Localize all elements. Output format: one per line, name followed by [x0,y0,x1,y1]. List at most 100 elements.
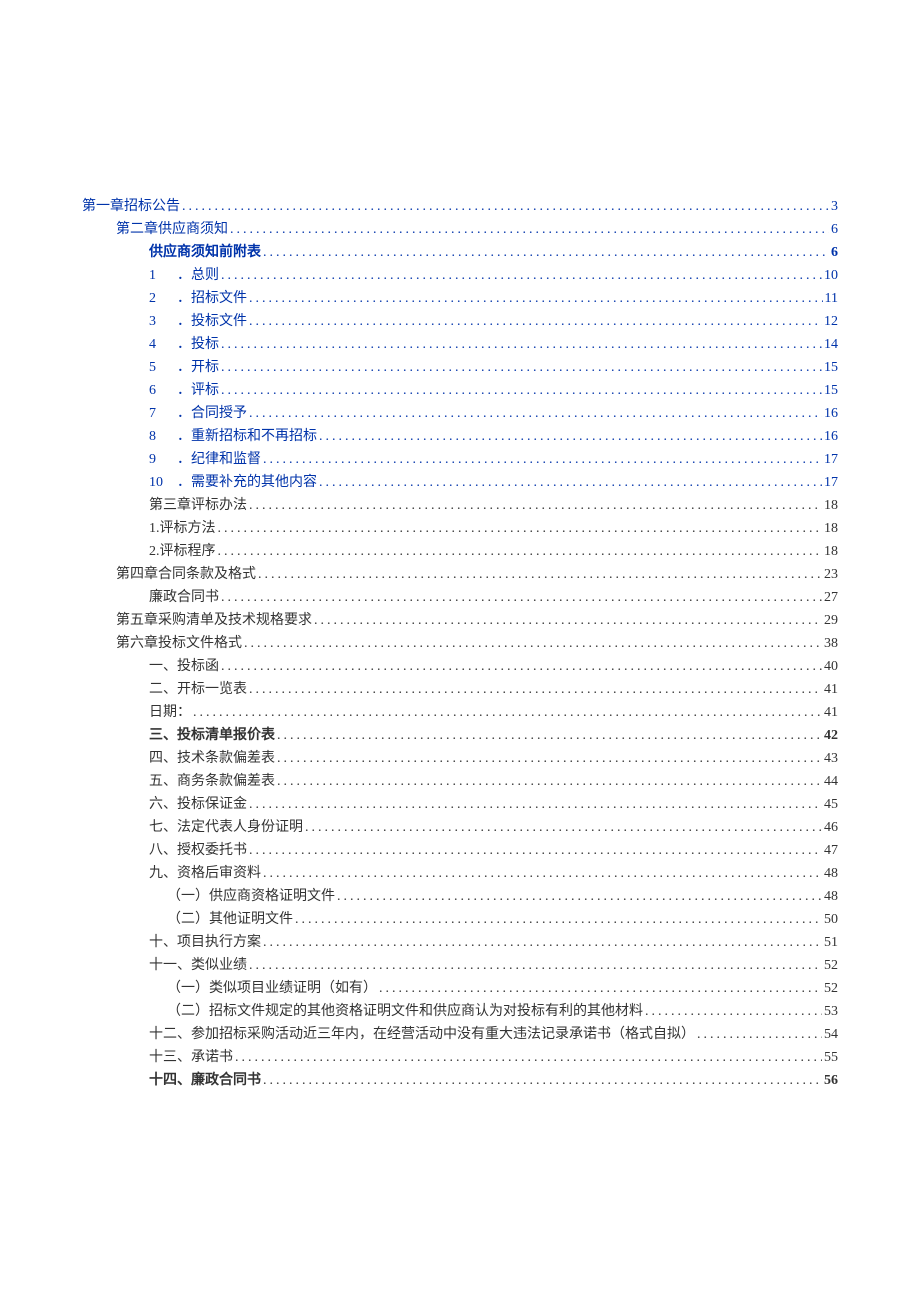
toc-entry: 第五章采购清单及技术规格要求29 [82,609,838,632]
toc-entry-label: 1.评标方法 [149,517,216,540]
toc-entry-label: 第二章供应商须知 [116,218,228,241]
toc-entry[interactable]: 第一章招标公告3 [82,195,838,218]
toc-entry-page: 48 [822,885,838,908]
toc-leader-dots [242,632,822,655]
toc-entry[interactable]: 3．投标文件12 [82,310,838,333]
toc-entry-page: 48 [822,862,838,885]
toc-entry-page: 11 [823,287,838,310]
toc-entry-label: 日期： [149,701,191,724]
toc-entry-page: 53 [822,1000,838,1023]
toc-entry-label: （一）类似项目业绩证明（如有） [167,977,377,1000]
toc-leader-dots [261,448,822,471]
toc-entry-label: 十、项目执行方案 [149,931,261,954]
toc-entry-label: 八、授权委托书 [149,839,247,862]
toc-entry-page: 52 [822,954,838,977]
toc-entry-label: ．需要补充的其他内容 [177,471,317,494]
toc-entry[interactable]: 10．需要补充的其他内容17 [82,471,838,494]
toc-entry: 八、授权委托书 47 [82,839,838,862]
toc-entry[interactable]: 供应商须知前附表6 [82,241,838,264]
toc-leader-dots [247,678,822,701]
toc-entry-page: 27 [822,586,838,609]
toc-entry: 三、投标清单报价表42 [82,724,838,747]
toc-entry[interactable]: 4．投标14 [82,333,838,356]
toc-leader-dots [317,425,822,448]
toc-entry: 1.评标方法 18 [82,517,838,540]
toc-leader-dots [303,816,822,839]
toc-entry: 六、投标保证金45 [82,793,838,816]
toc-entry: 十四、廉政合同书 56 [82,1069,838,1092]
toc-entry[interactable]: 6．评标15 [82,379,838,402]
toc-entry-page: 14 [822,333,838,356]
toc-entry-label: 十四、廉政合同书 [149,1069,261,1092]
toc-entry: 十二、参加招标采购活动近三年内，在经营活动中没有重大违法记录承诺书（格式自拟）5… [82,1023,838,1046]
toc-leader-dots [233,1046,822,1069]
toc-entry-page: 15 [822,356,838,379]
toc-leader-dots [247,402,822,425]
toc-leader-dots [219,586,822,609]
toc-entry[interactable]: 8．重新招标和不再招标16 [82,425,838,448]
toc-entry: 十、项目执行方案51 [82,931,838,954]
toc-leader-dots [228,218,829,241]
toc-entry-label: ．合同授予 [177,402,247,425]
toc-entry-label: 四、技术条款偏差表 [149,747,275,770]
toc-entry[interactable]: 1．总则10 [82,264,838,287]
toc-entry: 十一、类似业绩52 [82,954,838,977]
toc-entry-number: 3 [149,310,177,333]
toc-leader-dots [216,517,823,540]
toc-entry-page: 40 [822,655,838,678]
toc-entry-label: 一、投标函 [149,655,219,678]
toc-leader-dots [261,931,822,954]
toc-entry-page: 6 [829,218,838,241]
toc-entry: 第六章投标文件格式38 [82,632,838,655]
toc-entry-label: ．招标文件 [177,287,247,310]
toc-entry-page: 56 [822,1069,838,1092]
toc-entry-label: ．总则 [177,264,219,287]
toc-entry-label: 十三、承诺书 [149,1046,233,1069]
toc-leader-dots [247,954,822,977]
toc-leader-dots [219,655,822,678]
toc-entry-label: 十二、参加招标采购活动近三年内，在经营活动中没有重大违法记录承诺书（格式自拟） [149,1023,695,1046]
toc-entry-label: 五、商务条款偏差表 [149,770,275,793]
toc-entry-page: 44 [822,770,838,793]
toc-entry-page: 47 [822,839,838,862]
toc-leader-dots [312,609,822,632]
toc-entry[interactable]: 2．招标文件 11 [82,287,838,310]
toc-entry-label: （二）招标文件规定的其他资格证明文件和供应商认为对投标有利的其他材料 [167,1000,643,1023]
toc-entry[interactable]: 5．开标15 [82,356,838,379]
toc-leader-dots [247,310,822,333]
toc-entry-label: 第六章投标文件格式 [116,632,242,655]
toc-entry: （二）招标文件规定的其他资格证明文件和供应商认为对投标有利的其他材料 53 [82,1000,838,1023]
toc-entry-page: 52 [822,977,838,1000]
toc-entry-label: 2.评标程序 [149,540,216,563]
toc-entry-label: 六、投标保证金 [149,793,247,816]
toc-entry: （一）类似项目业绩证明（如有） 52 [82,977,838,1000]
toc-entry-page: 18 [822,517,838,540]
toc-entry: 第三章评标办法18 [82,494,838,517]
toc-entry: （二）其他证明文件50 [82,908,838,931]
toc-entry[interactable]: 7．合同授予16 [82,402,838,425]
toc-entry-page: 29 [822,609,838,632]
toc-entry-page: 41 [822,701,838,724]
toc-leader-dots [643,1000,822,1023]
toc-leader-dots [219,264,822,287]
toc-entry: 第四章合同条款及格式23 [82,563,838,586]
toc-entry-page: 41 [822,678,838,701]
toc-entry: 七、法定代表人身份证明46 [82,816,838,839]
toc-entry-number: 2 [149,287,177,310]
toc-entry[interactable]: 9．纪律和监督17 [82,448,838,471]
toc-leader-dots [247,287,823,310]
toc-entry-label: ．投标文件 [177,310,247,333]
toc-entry-number: 4 [149,333,177,356]
toc-entry-number: 5 [149,356,177,379]
toc-entry-number: 1 [149,264,177,287]
toc-entry-label: （二）其他证明文件 [167,908,293,931]
toc-entry[interactable]: 第二章供应商须知 6 [82,218,838,241]
toc-entry-label: 三、投标清单报价表 [149,724,275,747]
toc-entry-label: ．重新招标和不再招标 [177,425,317,448]
toc-leader-dots [293,908,822,931]
toc-leader-dots [256,563,822,586]
toc-leader-dots [275,747,822,770]
toc-entry-label: 七、法定代表人身份证明 [149,816,303,839]
toc-entry-page: 17 [822,448,838,471]
toc-entry-page: 6 [829,241,838,264]
